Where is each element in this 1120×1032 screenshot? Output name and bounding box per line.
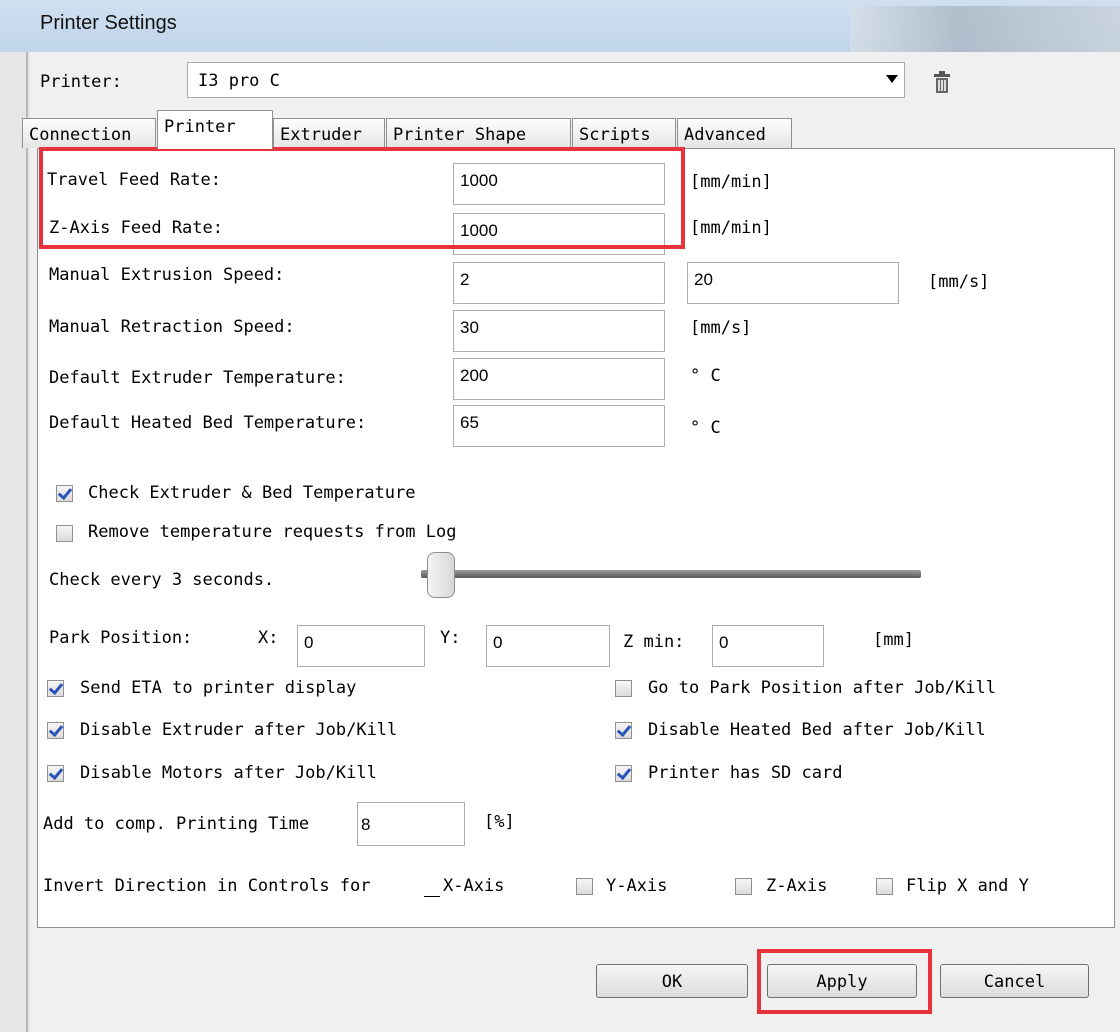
- travel-feed-rate-unit: [mm/min]: [690, 172, 772, 192]
- tab-printer[interactable]: Printer: [157, 110, 273, 149]
- tab-connection[interactable]: Connection: [22, 118, 156, 148]
- park-y-label: Y:: [440, 628, 461, 648]
- default-bed-temp-input[interactable]: 65: [453, 405, 665, 447]
- check-interval-slider-handle[interactable]: [427, 552, 455, 598]
- invert-direction-label: Invert Direction in Controls for: [43, 876, 371, 896]
- invert-z-checkbox[interactable]: [735, 878, 752, 895]
- invert-separator: [424, 896, 440, 897]
- printer-select[interactable]: I3 pro C: [187, 62, 905, 98]
- park-z-label: Z min:: [623, 632, 685, 652]
- z-axis-feed-rate-unit: [mm/min]: [690, 218, 772, 238]
- printer-select-value: I3 pro C: [198, 71, 280, 91]
- printer-label: Printer:: [40, 72, 122, 92]
- disable-bed-checkbox[interactable]: [615, 722, 632, 739]
- disable-extruder-label: Disable Extruder after Job/Kill: [80, 720, 398, 740]
- manual-extrusion-speed-label: Manual Extrusion Speed:: [49, 265, 285, 285]
- park-x-label: X:: [258, 628, 279, 648]
- send-eta-checkbox[interactable]: [47, 680, 64, 697]
- background-window-fragment: [850, 6, 1120, 52]
- default-extruder-temp-label: Default Extruder Temperature:: [49, 368, 346, 388]
- manual-extrusion-speed-input-1[interactable]: 2: [453, 262, 665, 304]
- default-extruder-temp-unit: ° C: [690, 366, 721, 386]
- go-to-park-label: Go to Park Position after Job/Kill: [648, 678, 996, 698]
- flip-xy-label: Flip X and Y: [906, 876, 1029, 896]
- comp-time-unit: [%]: [484, 812, 515, 832]
- check-interval-slider[interactable]: [421, 570, 921, 578]
- park-x-input[interactable]: 0: [297, 625, 425, 667]
- tab-scripts[interactable]: Scripts: [572, 118, 676, 148]
- disable-motors-checkbox[interactable]: [47, 765, 64, 782]
- park-position-label: Park Position:: [49, 628, 193, 648]
- tab-advanced[interactable]: Advanced: [677, 118, 792, 148]
- disable-extruder-checkbox[interactable]: [47, 722, 64, 739]
- comp-time-label: Add to comp. Printing Time: [43, 814, 310, 834]
- invert-y-label: Y-Axis: [606, 876, 668, 896]
- title-bar: Printer Settings: [0, 0, 1120, 53]
- highlight-feed-rates: [39, 147, 685, 249]
- send-eta-label: Send ETA to printer display: [80, 678, 357, 698]
- manual-retraction-speed-unit: [mm/s]: [690, 318, 752, 338]
- park-z-input[interactable]: 0: [712, 625, 824, 667]
- tab-printer-shape[interactable]: Printer Shape: [386, 118, 571, 148]
- chevron-down-icon[interactable]: [886, 75, 898, 83]
- default-bed-temp-unit: ° C: [690, 418, 721, 438]
- tab-extruder[interactable]: Extruder: [273, 118, 385, 148]
- default-bed-temp-label: Default Heated Bed Temperature:: [49, 413, 367, 433]
- manual-retraction-speed-input[interactable]: 30: [453, 310, 665, 352]
- flip-xy-checkbox[interactable]: [876, 878, 893, 895]
- check-temp-checkbox[interactable]: [56, 485, 73, 502]
- cancel-button[interactable]: Cancel: [940, 964, 1089, 998]
- trash-icon[interactable]: [933, 70, 951, 94]
- check-temp-label: Check Extruder & Bed Temperature: [88, 483, 416, 503]
- park-y-input[interactable]: 0: [486, 625, 610, 667]
- manual-extrusion-speed-input-2[interactable]: 20: [687, 262, 899, 304]
- go-to-park-checkbox[interactable]: [615, 680, 632, 697]
- disable-motors-label: Disable Motors after Job/Kill: [80, 763, 377, 783]
- remove-temp-requests-label: Remove temperature requests from Log: [88, 522, 457, 542]
- invert-y-checkbox[interactable]: [576, 878, 593, 895]
- remove-temp-requests-checkbox[interactable]: [56, 525, 73, 542]
- check-interval-label: Check every 3 seconds.: [49, 570, 275, 590]
- ok-button[interactable]: OK: [596, 964, 748, 998]
- comp-time-input[interactable]: 8: [357, 802, 465, 846]
- manual-extrusion-speed-unit: [mm/s]: [928, 272, 990, 292]
- disable-bed-label: Disable Heated Bed after Job/Kill: [648, 720, 986, 740]
- invert-z-label: Z-Axis: [766, 876, 828, 896]
- invert-x-label: X-Axis: [443, 876, 505, 896]
- highlight-apply-button: [757, 949, 932, 1014]
- manual-retraction-speed-label: Manual Retraction Speed:: [49, 317, 295, 337]
- window-title: Printer Settings: [40, 12, 177, 34]
- park-unit: [mm]: [873, 630, 914, 650]
- window-left-edge: [0, 52, 30, 1032]
- has-sd-label: Printer has SD card: [648, 763, 843, 783]
- default-extruder-temp-input[interactable]: 200: [453, 358, 665, 400]
- has-sd-checkbox[interactable]: [615, 765, 632, 782]
